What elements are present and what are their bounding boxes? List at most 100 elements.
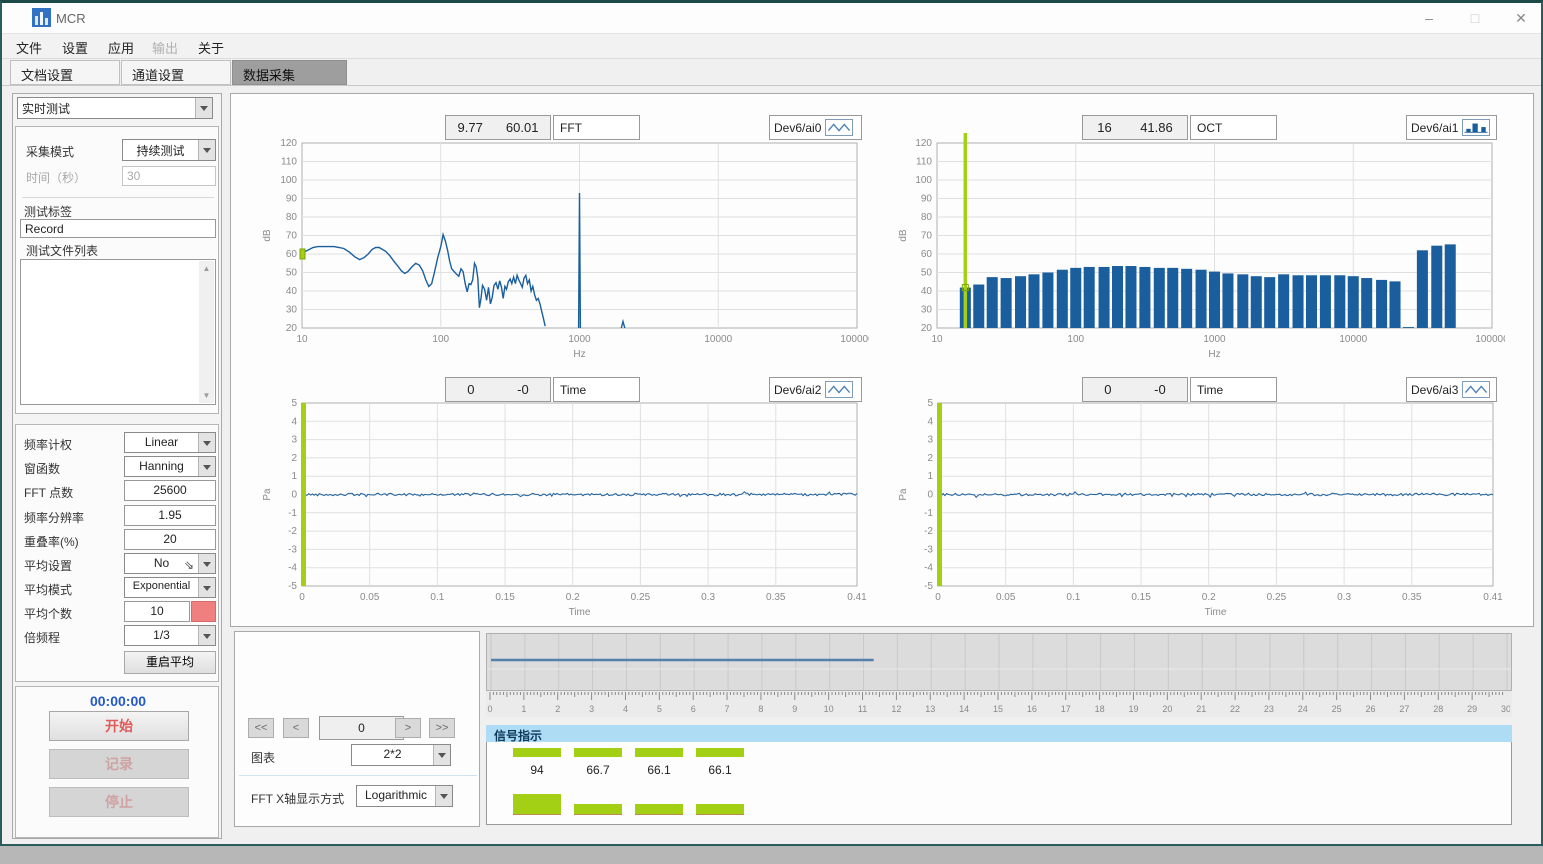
chevron-down-icon[interactable] xyxy=(198,578,215,597)
signal-level-value: 66.1 xyxy=(696,763,744,777)
nav-last-button[interactable]: >> xyxy=(429,718,455,738)
chevron-down-icon[interactable] xyxy=(198,457,215,476)
svg-text:dB: dB xyxy=(262,229,273,242)
signal-meter-bar xyxy=(513,794,561,815)
oct-chart: 2030405060708090100110120101001000100001… xyxy=(890,131,1505,369)
nav-index-field[interactable]: 0 xyxy=(319,716,404,740)
chevron-down-icon[interactable] xyxy=(198,626,215,645)
svg-text:-3: -3 xyxy=(288,544,297,555)
svg-text:6: 6 xyxy=(691,704,696,714)
duration-input: 30 xyxy=(122,166,216,186)
svg-text:13: 13 xyxy=(925,704,935,714)
svg-text:0.3: 0.3 xyxy=(701,592,715,603)
start-button[interactable]: 开始 xyxy=(49,711,189,741)
divider xyxy=(22,197,214,198)
svg-text:Time: Time xyxy=(1205,607,1227,618)
nav-prev-button[interactable]: < xyxy=(283,718,309,738)
menu-about[interactable]: 关于 xyxy=(198,38,224,57)
scrollbar[interactable]: ▲ ▼ xyxy=(199,261,214,403)
signal-level-bar xyxy=(696,748,744,757)
tab-document-settings[interactable]: 文档设置 xyxy=(10,60,120,85)
fft-points-input[interactable]: 25600 xyxy=(124,480,216,501)
test-tag-label: 测试标签 xyxy=(24,203,72,220)
scroll-up-icon[interactable]: ▲ xyxy=(199,261,214,276)
svg-text:70: 70 xyxy=(921,231,933,242)
acq-mode-select[interactable]: 持续测试 xyxy=(122,139,216,161)
test-mode-select[interactable]: 实时测试 xyxy=(17,97,213,119)
svg-text:12: 12 xyxy=(891,704,901,714)
sidebar: 实时测试 采集模式 持续测试 时间（秒） 30 测试标签 Record 测试文件… xyxy=(12,93,222,839)
svg-text:30: 30 xyxy=(921,305,933,316)
stop-button: 停止 xyxy=(49,787,189,817)
close-button[interactable]: ✕ xyxy=(1506,7,1536,29)
octave-select[interactable]: 1/3 xyxy=(124,625,216,646)
signal-meter-bar xyxy=(574,804,622,815)
restart-average-button[interactable]: 重启平均 xyxy=(124,651,216,674)
svg-text:0: 0 xyxy=(487,704,492,714)
avg-count-input[interactable]: 10 xyxy=(124,601,190,622)
svg-text:1: 1 xyxy=(927,471,933,482)
svg-text:0.25: 0.25 xyxy=(631,592,651,603)
svg-text:26: 26 xyxy=(1366,704,1376,714)
svg-text:60: 60 xyxy=(286,249,298,260)
svg-text:11: 11 xyxy=(858,704,867,714)
avg-setting-select[interactable]: No xyxy=(124,553,216,574)
chevron-down-icon[interactable] xyxy=(198,433,215,452)
svg-text:100: 100 xyxy=(432,334,449,345)
svg-text:Time: Time xyxy=(569,607,591,618)
svg-text:20: 20 xyxy=(921,323,933,334)
svg-text:0.35: 0.35 xyxy=(1402,592,1422,603)
svg-text:10: 10 xyxy=(931,334,943,345)
test-tag-input[interactable]: Record xyxy=(20,219,216,238)
tab-channel-settings[interactable]: 通道设置 xyxy=(121,60,231,85)
chevron-down-icon[interactable] xyxy=(198,554,215,573)
nav-first-button[interactable]: << xyxy=(248,718,274,738)
svg-text:3: 3 xyxy=(291,435,297,446)
title-bar: MCR – □ ✕ xyxy=(2,3,1541,33)
chevron-down-icon[interactable] xyxy=(435,786,452,806)
signal-level-value: 66.1 xyxy=(635,763,683,777)
analysis-settings-group: 频率计权 Linear 窗函数 Hanning FFT 点数 25600 频率分… xyxy=(15,424,219,682)
freq-weighting-label: 频率计权 xyxy=(24,436,72,453)
avg-mode-label: 平均模式 xyxy=(24,581,72,598)
svg-text:16: 16 xyxy=(1027,704,1037,714)
svg-text:40: 40 xyxy=(921,286,933,297)
svg-text:0.1: 0.1 xyxy=(430,592,444,603)
svg-text:5: 5 xyxy=(291,398,297,409)
divider xyxy=(239,775,477,776)
svg-text:10: 10 xyxy=(824,704,834,714)
fft-xaxis-select[interactable]: Logarithmic xyxy=(356,785,453,807)
freq-weighting-select[interactable]: Linear xyxy=(124,432,216,453)
maximize-button[interactable]: □ xyxy=(1460,7,1490,29)
timeline-ruler[interactable]: 0123456789101112131415161718192021222324… xyxy=(486,691,1512,717)
svg-text:0.35: 0.35 xyxy=(766,592,786,603)
svg-text:0.41: 0.41 xyxy=(847,592,867,603)
chart-layout-label: 图表 xyxy=(251,749,275,766)
menu-settings[interactable]: 设置 xyxy=(62,38,88,57)
svg-text:90: 90 xyxy=(921,194,933,205)
avg-mode-select[interactable]: Exponential xyxy=(124,577,216,598)
nav-next-button[interactable]: > xyxy=(395,718,421,738)
svg-text:Hz: Hz xyxy=(573,349,585,360)
svg-text:-1: -1 xyxy=(924,508,933,519)
svg-text:30: 30 xyxy=(1501,704,1510,714)
svg-text:20: 20 xyxy=(1162,704,1172,714)
signal-meter-bar xyxy=(635,804,683,815)
chart-layout-select[interactable]: 2*2 xyxy=(351,744,451,766)
chevron-down-icon[interactable] xyxy=(433,745,450,765)
test-file-listbox[interactable]: ▲ ▼ xyxy=(20,259,216,405)
overlap-input[interactable]: 20 xyxy=(124,529,216,550)
menu-application[interactable]: 应用 xyxy=(108,38,134,57)
minimize-button[interactable]: – xyxy=(1414,7,1444,29)
svg-text:19: 19 xyxy=(1128,704,1138,714)
signal-level-bar xyxy=(574,748,622,757)
tab-data-acquisition[interactable]: 数据采集 xyxy=(232,60,347,85)
scroll-down-icon[interactable]: ▼ xyxy=(199,388,214,403)
acquisition-group: 采集模式 持续测试 时间（秒） 30 测试标签 Record 测试文件列表 ▲ … xyxy=(15,126,219,414)
freq-resolution-input[interactable]: 1.95 xyxy=(124,505,216,526)
timeline-strip[interactable] xyxy=(486,633,1512,691)
chevron-down-icon[interactable] xyxy=(198,140,215,160)
chevron-down-icon[interactable] xyxy=(195,98,212,118)
menu-file[interactable]: 文件 xyxy=(16,38,42,57)
window-func-select[interactable]: Hanning xyxy=(124,456,216,477)
